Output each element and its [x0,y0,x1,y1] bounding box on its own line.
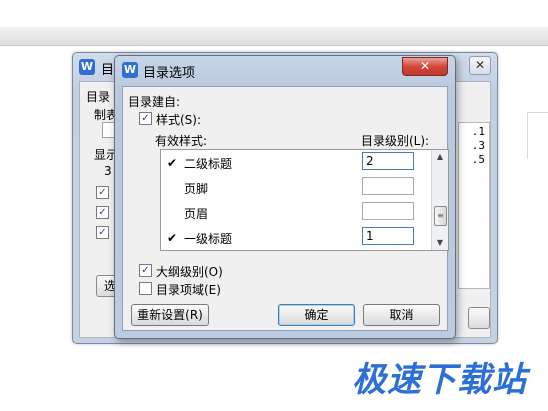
preview-line-3: .5 [471,153,485,166]
wps-app-icon: W [79,59,95,75]
style-name: 一级标题 [184,232,233,246]
dialog-body: 目录建自: ✓ 样式(S): 有效样式: 目录级别(L): ✔ 二级标题 2 页… [122,86,449,331]
check-icon: ✔ [167,231,178,245]
ok-button[interactable]: 确定 [278,304,355,326]
cancel-button[interactable]: 取消 [363,304,440,326]
style-name: 二级标题 [184,157,233,171]
site-watermark: 极速下载站 [352,360,527,400]
background-checkbox-3[interactable]: ✓ [96,226,109,239]
available-styles-label: 有效样式: [155,134,208,148]
toc-fields-checkbox[interactable] [139,282,152,295]
toc-level-label: 目录级别(L): [361,134,430,148]
preview-line-1: .1 [471,125,485,138]
background-checkbox-2[interactable]: ✓ [96,206,109,219]
close-button[interactable]: ✕ [402,57,448,76]
preview-line-2: .3 [471,139,485,152]
check-icon: ✔ [167,156,178,170]
style-name: 页眉 [184,207,209,221]
style-name: 页脚 [184,182,209,196]
styles-checkbox[interactable]: ✓ [139,112,152,125]
background-label-number: 3 [104,164,112,178]
scroll-down-arrow-icon[interactable]: ▼ [432,236,448,250]
styles-list[interactable]: ✔ 二级标题 2 页脚 页眉 ✔ 一级标题 1 ▲ ≡ ▼ [160,149,449,251]
style-row-header[interactable]: 页眉 [161,200,431,225]
dialog-title: 目录选项 [143,66,196,81]
style-level-input[interactable]: 1 [362,227,414,245]
toc-fields-label: 目录项域(E) [156,283,221,297]
scroll-thumb[interactable]: ≡ [434,206,447,226]
style-row-footer[interactable]: 页脚 [161,175,431,200]
reset-button[interactable]: 重新设置(R) [131,304,209,326]
styles-list-scrollbar[interactable]: ▲ ≡ ▼ [431,150,448,250]
wps-app-icon: W [122,62,138,78]
scroll-up-arrow-icon[interactable]: ▲ [432,150,448,164]
outline-level-label: 大纲级别(O) [156,265,223,279]
outline-level-checkbox[interactable]: ✓ [139,264,152,277]
background-close-button[interactable]: ✕ [469,56,491,75]
background-label-toc: 目录 [86,90,111,104]
toc-options-dialog: W 目录选项 ✕ 目录建自: ✓ 样式(S): 有效样式: 目录级别(L): ✔… [114,55,456,339]
background-dialog-title: 目 [101,63,115,78]
document-page-edge [527,112,548,159]
build-from-label: 目录建自: [128,95,181,109]
style-level-input[interactable] [362,202,414,220]
background-preview: .1 .3 .5 [458,122,490,289]
style-level-input[interactable] [362,177,414,195]
style-level-input[interactable]: 2 [362,152,414,170]
toolbar-strip [0,27,548,46]
styles-checkbox-label: 样式(S): [156,113,202,127]
background-checkbox-1[interactable]: ✓ [96,186,109,199]
style-row-heading1[interactable]: ✔ 一级标题 1 [161,225,431,250]
background-button-right[interactable] [468,307,490,329]
style-row-heading2[interactable]: ✔ 二级标题 2 [161,150,431,175]
